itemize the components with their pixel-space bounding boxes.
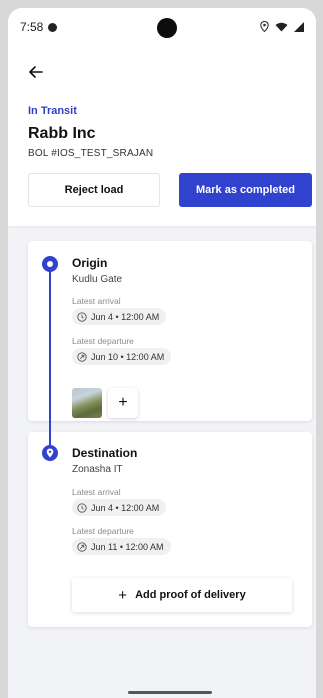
notification-dot-icon — [48, 22, 58, 32]
home-indicator[interactable] — [128, 691, 212, 694]
destination-location: Zonasha IT — [72, 464, 123, 475]
origin-departure-value: Jun 10 • 12:00 AM — [91, 351, 165, 362]
add-proof-of-delivery-button[interactable]: + Add proof of delivery — [72, 578, 292, 612]
phone-screen: 7:58 In Transit Rabb Inc BOL #IOS_TEST_S… — [8, 8, 316, 698]
origin-arrival-value: Jun 4 • 12:00 AM — [91, 311, 160, 322]
origin-photo-thumbnail[interactable] — [72, 388, 102, 418]
departure-clock-icon — [77, 541, 87, 552]
destination-arrival-value: Jun 4 • 12:00 AM — [91, 502, 160, 513]
status-time: 7:58 — [20, 20, 44, 34]
origin-title: Origin — [72, 256, 108, 270]
arrow-left-icon — [29, 66, 43, 78]
origin-location: Kudlu Gate — [72, 274, 123, 285]
destination-arrival-label: Latest arrival — [72, 487, 121, 497]
departure-clock-icon — [77, 351, 87, 362]
origin-departure-chip: Jun 10 • 12:00 AM — [72, 348, 172, 365]
bol-number: BOL #IOS_TEST_SRAJAN — [28, 148, 154, 159]
load-status: In Transit — [28, 105, 77, 117]
camera-cutout — [157, 18, 177, 38]
battery-signal-icon — [294, 21, 304, 32]
mark-completed-button[interactable]: Mark as completed — [179, 173, 312, 207]
plus-icon: + — [118, 586, 128, 604]
origin-card — [28, 241, 312, 421]
destination-departure-value: Jun 11 • 12:00 AM — [91, 541, 164, 552]
add-photo-button[interactable]: + — [108, 388, 138, 418]
destination-pin-icon — [42, 445, 58, 461]
clock-icon — [77, 502, 87, 513]
back-button[interactable] — [24, 60, 48, 84]
destination-departure-label: Latest departure — [72, 526, 134, 536]
clock-icon — [77, 311, 87, 322]
destination-title: Destination — [72, 446, 138, 460]
status-icons — [260, 21, 304, 32]
destination-departure-chip: Jun 11 • 12:00 AM — [72, 538, 171, 555]
location-icon — [260, 21, 269, 32]
origin-marker-icon — [42, 256, 58, 272]
origin-arrival-label: Latest arrival — [72, 296, 121, 306]
timeline-line — [49, 263, 51, 451]
wifi-icon — [275, 22, 288, 31]
add-proof-of-delivery-label: Add proof of delivery — [135, 589, 246, 601]
origin-arrival-chip: Jun 4 • 12:00 AM — [72, 308, 167, 325]
reject-load-button[interactable]: Reject load — [28, 173, 160, 207]
origin-departure-label: Latest departure — [72, 336, 134, 346]
load-header: In Transit Rabb Inc BOL #IOS_TEST_SRAJAN… — [8, 46, 316, 226]
company-name: Rabb Inc — [28, 125, 96, 142]
destination-arrival-chip: Jun 4 • 12:00 AM — [72, 499, 167, 516]
